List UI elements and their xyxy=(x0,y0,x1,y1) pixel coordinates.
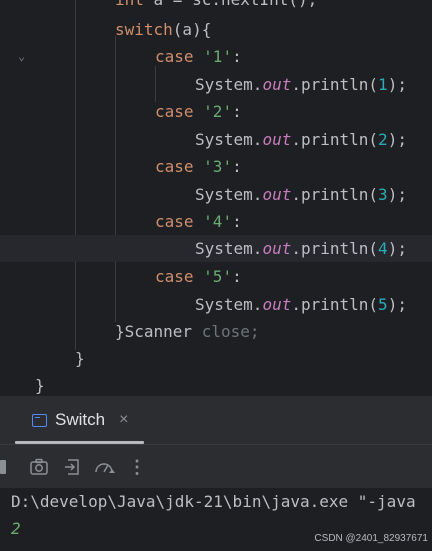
code-line-brace: } xyxy=(35,376,45,395)
code-line-brace: } xyxy=(75,349,85,368)
code-line: int a = sc.nextInt(); xyxy=(0,0,432,13)
code-editor[interactable]: int a = sc.nextInt(); ⌄ switch(a){ case … xyxy=(0,0,432,396)
console-output-line: 2 xyxy=(11,519,21,538)
code-line-println: System.out.println(1); xyxy=(195,75,407,94)
stop-icon[interactable] xyxy=(0,456,6,478)
close-icon[interactable]: × xyxy=(119,411,128,429)
console-command-line: D:\develop\Java\jdk-21\bin\java.exe "-ja… xyxy=(11,492,416,511)
code-line-close: }Scanner close; xyxy=(115,322,260,341)
run-tab-bar: Switch × xyxy=(0,396,432,444)
console-icon xyxy=(32,413,47,427)
divider xyxy=(0,444,432,445)
exit-icon[interactable] xyxy=(62,456,84,478)
code-line-println: System.out.println(2); xyxy=(195,130,407,149)
code-line-case: case '5': xyxy=(155,267,242,286)
code-line-case: case '1': xyxy=(155,47,242,66)
profiler-icon[interactable] xyxy=(93,456,117,478)
tab-switch[interactable]: Switch × xyxy=(32,408,128,432)
code-line-case: case '4': xyxy=(155,212,242,231)
watermark: CSDN @2401_82937671 xyxy=(314,533,428,544)
tab-label: Switch xyxy=(55,410,106,429)
run-tool-window: Switch × ⋮ D:\develop\Java\jdk-21\bin\ja… xyxy=(0,396,432,551)
camera-icon[interactable] xyxy=(28,456,50,478)
code-line-println-current: System.out.println(4); xyxy=(0,235,432,262)
run-toolbar: ⋮ xyxy=(0,446,432,486)
code-line-case: case '3': xyxy=(155,157,242,176)
code-line-println: System.out.println(5); xyxy=(195,295,407,314)
more-icon[interactable]: ⋮ xyxy=(128,456,146,478)
code-line-println: System.out.println(3); xyxy=(195,185,407,204)
code-line-case: case '2': xyxy=(155,102,242,121)
code-line-switch: ⌄ switch(a){ xyxy=(0,16,432,63)
